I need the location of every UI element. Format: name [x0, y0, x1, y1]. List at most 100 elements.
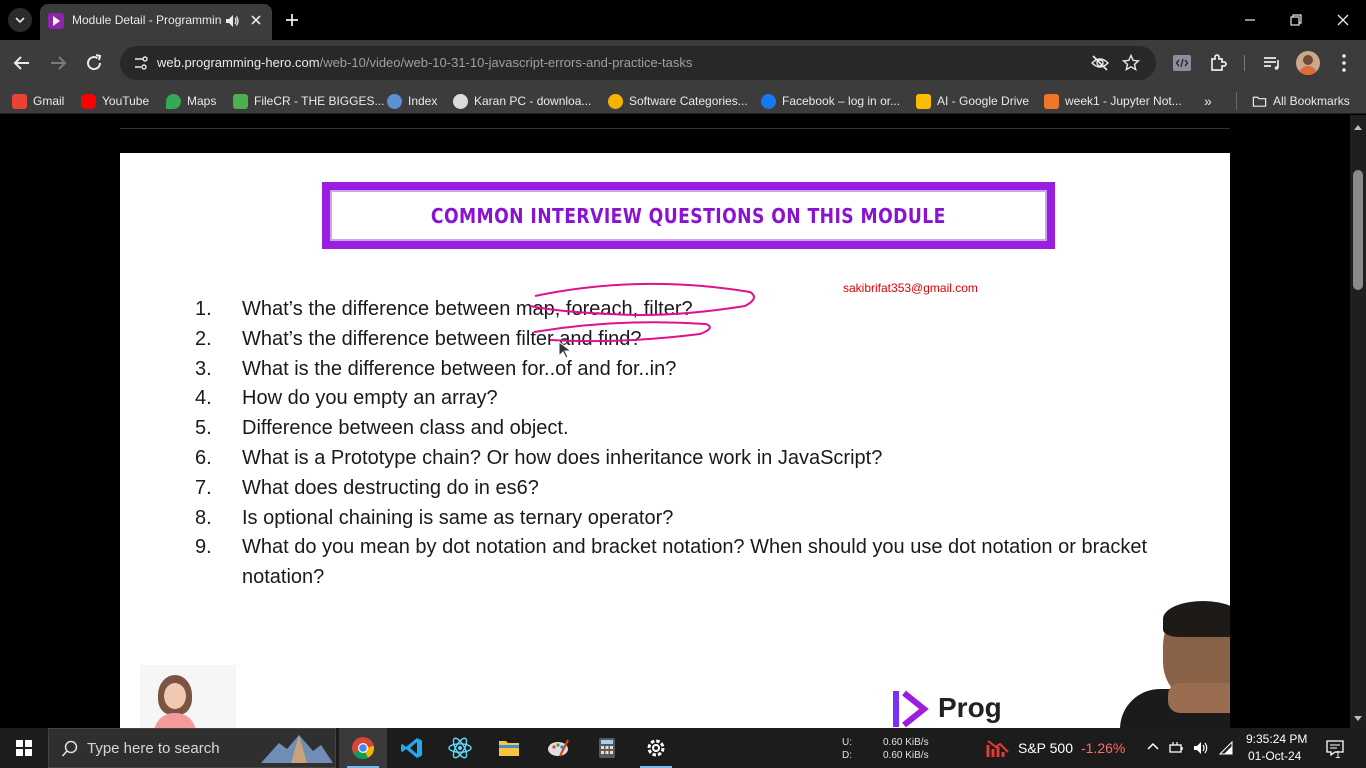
taskbar-vscode[interactable]	[388, 728, 436, 768]
question-text: Is optional chaining is same as ternary …	[242, 506, 674, 529]
page-divider	[120, 128, 1230, 129]
notification-count-badge: 1	[1335, 750, 1341, 761]
question-number: 2.	[195, 327, 212, 350]
slide-banner: COMMON INTERVIEW QUESTIONS ON THIS MODUL…	[322, 182, 1055, 249]
bookmark-label: Index	[408, 94, 438, 108]
bookmark-filecr[interactable]: FileCR - THE BIGGES...	[233, 92, 384, 110]
stock-down-chart-icon[interactable]	[986, 737, 1010, 759]
search-placeholder: Type here to search	[87, 740, 220, 757]
extensions-puzzle-icon[interactable]	[1206, 51, 1230, 75]
site-settings-icon[interactable]	[132, 54, 150, 72]
bookmark-youtube[interactable]: YouTube	[81, 92, 149, 110]
question-item: 4. How do you empty an array?	[195, 384, 1165, 414]
question-number: 8.	[195, 506, 212, 529]
upload-speed: 0.60 KiB/s	[883, 737, 929, 748]
clock-time[interactable]: 9:35:24 PM	[1246, 732, 1307, 746]
windows-start-icon[interactable]	[0, 728, 48, 768]
chevron-down-icon	[15, 17, 25, 24]
close-tab-icon[interactable]	[248, 12, 264, 28]
bookmark-label: Karan PC - downloa...	[474, 94, 592, 108]
battery-plug-icon[interactable]	[1168, 740, 1186, 756]
question-number: 5.	[195, 417, 212, 440]
taskbar-search-box[interactable]: Type here to search	[48, 728, 336, 768]
scroll-down-arrow-icon[interactable]	[1354, 716, 1362, 721]
taskbar-paint-app[interactable]	[534, 728, 582, 768]
bookmark-label: Gmail	[33, 94, 65, 108]
close-window-icon[interactable]	[1333, 10, 1353, 30]
minimize-icon[interactable]	[1240, 10, 1260, 30]
forward-arrow-icon[interactable]	[46, 51, 70, 75]
eye-off-icon[interactable]	[1090, 54, 1110, 72]
taskbar-settings[interactable]	[632, 728, 680, 768]
bookmark-google-drive[interactable]: AI - Google Drive	[916, 92, 1029, 110]
bookmark-star-icon[interactable]	[1122, 54, 1140, 72]
question-text: What do you mean by dot notation and bra…	[242, 536, 1148, 589]
presenter-hands	[1168, 683, 1230, 713]
gear-icon	[647, 739, 665, 757]
maps-icon	[166, 93, 181, 109]
toolbar-divider	[1244, 55, 1245, 71]
reload-icon[interactable]	[82, 51, 106, 75]
question-item: 7. What does destructing do in es6?	[195, 474, 1165, 504]
media-controls-icon[interactable]	[1260, 51, 1284, 75]
browser-menu-icon[interactable]	[1332, 51, 1356, 75]
taskbar-calculator[interactable]	[583, 728, 631, 768]
taskbar-chrome[interactable]	[339, 728, 387, 768]
bookmark-karan-pc[interactable]: Karan PC - downloa...	[453, 92, 591, 110]
restore-icon[interactable]	[1286, 10, 1306, 30]
question-number: 4.	[195, 387, 212, 410]
page-content: COMMON INTERVIEW QUESTIONS ON THIS MODUL…	[0, 115, 1350, 728]
bookmark-software-categories[interactable]: Software Categories...	[608, 92, 748, 110]
all-bookmarks-folder[interactable]: All Bookmarks	[1252, 92, 1350, 110]
download-speed: 0.60 KiB/s	[883, 750, 929, 761]
bookmarks-bar: Gmail YouTube Maps FileCR - THE BIGGES..…	[0, 86, 1366, 114]
filecr-icon	[233, 93, 248, 109]
search-icon	[61, 740, 78, 757]
programming-hero-favicon-icon	[48, 13, 64, 29]
scroll-up-arrow-icon[interactable]	[1354, 125, 1362, 130]
bookmark-index[interactable]: Index	[387, 92, 437, 110]
url-text: web.programming-hero.com/web-10/video/we…	[157, 55, 692, 70]
tab-search-button[interactable]	[8, 8, 32, 32]
index-icon	[387, 93, 402, 109]
clock-date[interactable]: 01-Oct-24	[1248, 749, 1301, 763]
folder-icon	[1252, 96, 1267, 107]
stock-ticker-change[interactable]: -1.26%	[1081, 740, 1125, 756]
wifi-icon[interactable]	[1217, 740, 1235, 756]
speaker-icon[interactable]	[224, 13, 240, 29]
slide-banner-inner: COMMON INTERVIEW QUESTIONS ON THIS MODUL…	[330, 190, 1047, 241]
page-scrollbar[interactable]	[1350, 115, 1366, 728]
bookmark-label: Software Categories...	[629, 94, 748, 108]
back-arrow-icon[interactable]	[10, 51, 34, 75]
tab-title: Module Detail - Programming Hero	[72, 13, 222, 27]
question-number: 7.	[195, 476, 212, 499]
slide-title: COMMON INTERVIEW QUESTIONS ON THIS MODUL…	[431, 203, 946, 228]
stock-ticker-name[interactable]: S&P 500	[1018, 740, 1073, 756]
download-label: D:	[842, 750, 852, 761]
address-bar[interactable]: web.programming-hero.com/web-10/video/we…	[120, 46, 1156, 80]
bookmark-facebook[interactable]: Facebook – log in or...	[761, 92, 900, 110]
question-text: Difference between class and object.	[242, 417, 569, 440]
taskbar-react-app[interactable]	[436, 728, 484, 768]
wordpress-icon	[453, 93, 468, 109]
devtools-extension-icon[interactable]	[1170, 51, 1194, 75]
youtube-icon	[81, 93, 96, 109]
question-text: What is a Prototype chain? Or how does i…	[242, 446, 883, 469]
chevron-up-icon[interactable]	[1146, 740, 1160, 754]
paint-palette-icon	[548, 739, 569, 757]
profile-avatar[interactable]	[1296, 51, 1320, 75]
bookmark-jupyter[interactable]: week1 - Jupyter Not...	[1044, 92, 1182, 110]
more-bookmarks-icon[interactable]: »	[1204, 93, 1212, 109]
new-tab-icon[interactable]	[282, 10, 302, 30]
video-slide[interactable]: COMMON INTERVIEW QUESTIONS ON THIS MODUL…	[120, 153, 1230, 728]
tab-strip: Module Detail - Programming Hero	[0, 0, 1366, 40]
bookmark-maps[interactable]: Maps	[166, 92, 216, 110]
bookmark-gmail[interactable]: Gmail	[12, 92, 64, 110]
volume-icon[interactable]	[1192, 740, 1210, 756]
active-tab[interactable]: Module Detail - Programming Hero	[40, 4, 272, 40]
question-text: What does destructing do in es6?	[242, 476, 539, 499]
taskbar-file-explorer[interactable]	[485, 728, 533, 768]
logo-text-left: Prog	[938, 692, 1002, 723]
scroll-thumb[interactable]	[1353, 170, 1363, 290]
presenter-video[interactable]	[1040, 601, 1230, 728]
